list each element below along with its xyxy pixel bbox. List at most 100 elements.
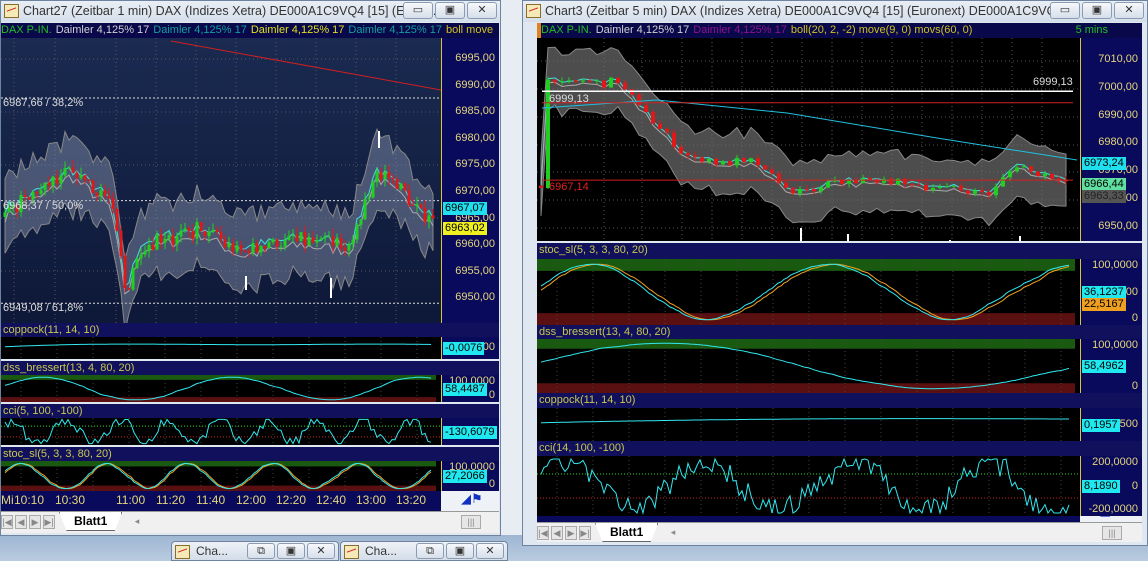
minimized-title: Cha... bbox=[365, 544, 398, 558]
scrollbar-thumb[interactable]: ||| bbox=[461, 515, 481, 529]
bollinger-band bbox=[4, 127, 434, 323]
candle bbox=[159, 234, 163, 243]
price-chart-canvas bbox=[1, 38, 441, 323]
window-title[interactable]: Chart3 (Zeitbar 5 min) DAX (Indizes Xetr… bbox=[523, 1, 1147, 22]
indicator-axis[interactable]: 150,0000-130,6079 bbox=[441, 418, 499, 445]
legend-entry: Daimler 4,125% 17 bbox=[153, 24, 247, 36]
restore-button[interactable]: ⧉ bbox=[416, 543, 444, 559]
candle bbox=[644, 104, 648, 112]
next-sheet-button[interactable]: ▶ bbox=[565, 526, 577, 540]
first-sheet-button[interactable]: |◀ bbox=[1, 515, 13, 529]
indicator-axis[interactable]: 0,2500 0,1957 bbox=[1080, 408, 1142, 441]
candle bbox=[255, 243, 259, 253]
candle bbox=[742, 157, 746, 162]
candle bbox=[812, 189, 816, 192]
indicator-value-tag: 0,1957 bbox=[1082, 418, 1120, 432]
last-price-tag: 6973,24 bbox=[1082, 157, 1126, 170]
close-button[interactable]: ✕ bbox=[1114, 2, 1144, 19]
chart-app-icon bbox=[526, 4, 541, 18]
price-chart[interactable]: 6999,13 6999,13 6967,14 bbox=[537, 38, 1080, 241]
candle bbox=[331, 236, 335, 246]
candle bbox=[560, 81, 564, 83]
flag-icon[interactable]: ◢⚑ bbox=[461, 491, 483, 507]
candle bbox=[87, 180, 91, 182]
candle bbox=[784, 182, 788, 188]
candle bbox=[31, 192, 35, 200]
minimize-button[interactable]: ▭ bbox=[403, 2, 433, 19]
indicator-pane-dss[interactable] bbox=[1, 375, 441, 402]
maximize-button[interactable]: ▣ bbox=[277, 543, 305, 559]
time-label: 11:00 bbox=[116, 493, 146, 507]
next-sheet-button[interactable]: ▶ bbox=[29, 515, 41, 529]
candle bbox=[303, 232, 307, 246]
indicator-pane-coppock[interactable] bbox=[537, 408, 1080, 441]
candle bbox=[798, 189, 802, 194]
candle bbox=[247, 251, 251, 253]
candle bbox=[882, 178, 886, 183]
maximize-button[interactable]: ▣ bbox=[446, 543, 474, 559]
indicator-axis[interactable]: 100,000050,0000036,123722,5167 bbox=[1080, 259, 1142, 325]
close-button[interactable]: ✕ bbox=[307, 543, 335, 559]
prev-sheet-button[interactable]: ◀ bbox=[15, 515, 27, 529]
indicator-pane-cci[interactable] bbox=[537, 456, 1080, 516]
title-text: Chart3 (Zeitbar 5 min) DAX (Indizes Xetr… bbox=[545, 4, 1078, 18]
candle bbox=[574, 80, 578, 82]
candle bbox=[267, 242, 271, 249]
candle bbox=[924, 185, 928, 191]
candle bbox=[987, 191, 991, 196]
indicator-axis[interactable]: 100,0000 0 58,4962 bbox=[1080, 339, 1142, 393]
close-button[interactable]: ✕ bbox=[476, 543, 504, 559]
candle bbox=[868, 178, 872, 180]
indicator-pane-stoc[interactable] bbox=[537, 259, 1080, 325]
indicator-header-dss: dss_bressert(13, 4, 80, 20) bbox=[537, 325, 1142, 339]
close-button[interactable]: ✕ bbox=[467, 2, 497, 19]
indicator-axis[interactable]: 100,0000 0 58,4487 bbox=[441, 375, 499, 402]
last-sheet-button[interactable]: ▶| bbox=[579, 526, 591, 540]
indicator-pane-stoc[interactable] bbox=[1, 461, 441, 491]
indicator-axis[interactable]: 100,0000 0 27,2066 bbox=[441, 461, 499, 491]
indicator-canvas bbox=[1, 461, 436, 491]
indicator-canvas bbox=[1, 375, 436, 402]
candle bbox=[399, 183, 403, 189]
scrollbar-thumb[interactable]: ||| bbox=[1102, 526, 1122, 540]
maximize-button[interactable]: ▣ bbox=[1082, 2, 1112, 19]
price-chart[interactable]: 6987,66 / 38,2% 6968,37 / 50,0% 6949,08 / … bbox=[1, 38, 441, 323]
price-axis[interactable]: 7010,007000,006990,006980,006970,006960,… bbox=[1080, 38, 1142, 241]
minimize-button[interactable]: ▭ bbox=[1050, 2, 1080, 19]
scroll-left-icon[interactable]: ◂ bbox=[667, 526, 679, 540]
candle bbox=[115, 208, 119, 231]
minimized-chart-window-1[interactable]: Cha... ⧉ ▣ ✕ bbox=[171, 541, 339, 561]
prev-sheet-button[interactable]: ◀ bbox=[551, 526, 563, 540]
time-label: Mi bbox=[1, 493, 14, 507]
price-axis[interactable]: 6995,00 6990,00 6985,00 6980,00 6975,00 6970,… bbox=[441, 38, 499, 323]
indicator-axis[interactable]: 00 -0,0076 bbox=[441, 337, 499, 359]
overbought-zone bbox=[1, 375, 436, 380]
minimized-chart-window-2[interactable]: Cha... ⧉ ▣ ✕ bbox=[340, 541, 508, 561]
last-sheet-button[interactable]: ▶| bbox=[43, 515, 55, 529]
indicator-axis[interactable]: 200,0000 0 -200,0000 8,1890 bbox=[1080, 456, 1142, 516]
candle bbox=[1022, 166, 1026, 168]
candle bbox=[75, 172, 79, 178]
maximize-button[interactable]: ▣ bbox=[435, 2, 465, 19]
indicator-header-stoc: stoc_sl(5, 3, 3, 80, 20) bbox=[537, 243, 1142, 259]
restore-button[interactable]: ⧉ bbox=[247, 543, 275, 559]
interval-label: 5 mins bbox=[1075, 24, 1108, 36]
axis-tick: 100,0000 bbox=[1092, 259, 1138, 271]
first-sheet-button[interactable]: |◀ bbox=[537, 526, 549, 540]
indicator-pane-coppock[interactable] bbox=[1, 337, 441, 359]
candle bbox=[931, 188, 935, 191]
chart3-window: Chart3 (Zeitbar 5 min) DAX (Indizes Xetr… bbox=[522, 0, 1148, 546]
legend-entry: Daimler 4,125% 17 bbox=[693, 24, 787, 36]
indicator-pane-cci[interactable] bbox=[1, 418, 441, 445]
scroll-left-icon[interactable]: ◂ bbox=[131, 515, 143, 529]
candle bbox=[91, 180, 95, 193]
sheet-tab-blatt1[interactable]: Blatt1 bbox=[59, 512, 123, 531]
indicator-canvas bbox=[537, 339, 1075, 393]
window-title[interactable]: Chart27 (Zeitbar 1 min) DAX (Indizes Xet… bbox=[1, 1, 500, 22]
candle bbox=[1008, 171, 1012, 178]
sheet-tab-blatt1[interactable]: Blatt1 bbox=[595, 523, 659, 542]
indicator-pane-dss[interactable] bbox=[537, 339, 1080, 393]
candle bbox=[1015, 167, 1019, 172]
candle bbox=[119, 230, 123, 256]
indicator-canvas bbox=[1, 418, 441, 445]
